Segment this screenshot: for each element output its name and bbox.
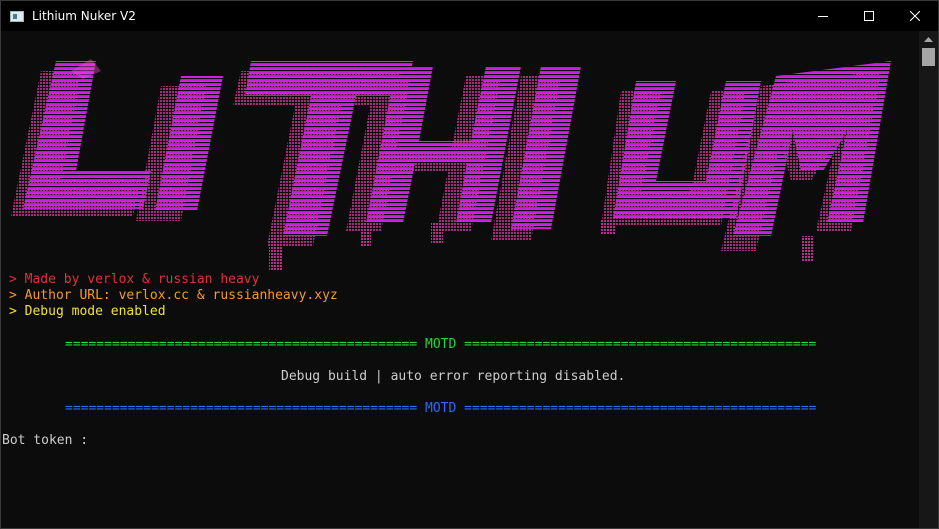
motd-top-left-rule: ========================================… bbox=[65, 337, 418, 352]
motd-top-label: MOTD bbox=[425, 337, 457, 352]
motd-top-right-rule: ========================================… bbox=[464, 337, 817, 352]
minimize-icon bbox=[818, 16, 828, 17]
close-button[interactable] bbox=[892, 1, 938, 31]
motd-message: Debug build | auto error reporting disab… bbox=[281, 369, 626, 384]
motd-bottom-right-rule: ========================================… bbox=[464, 401, 817, 416]
minimize-button[interactable] bbox=[800, 1, 846, 31]
scrollbar-thumb[interactable] bbox=[922, 48, 935, 66]
made-by-line: > Made by verlox & russian heavy bbox=[9, 272, 260, 287]
chevron-up-icon bbox=[924, 37, 933, 42]
maximize-button[interactable] bbox=[846, 1, 892, 31]
window-controls bbox=[800, 1, 938, 31]
motd-top-separator: ========================================… bbox=[65, 337, 816, 353]
title-bar[interactable]: Lithium Nuker V2 bbox=[1, 1, 938, 31]
author-url-line: > Author URL: verlox.cc & russianheavy.x… bbox=[9, 288, 338, 303]
motd-bottom-left-rule: ========================================… bbox=[65, 401, 418, 416]
console-app-icon bbox=[10, 10, 24, 22]
debug-mode-line: > Debug mode enabled bbox=[9, 304, 166, 319]
scrollbar-track[interactable] bbox=[919, 66, 938, 528]
motd-bottom-label: MOTD bbox=[425, 401, 457, 416]
window-title: Lithium Nuker V2 bbox=[32, 9, 136, 23]
close-icon bbox=[910, 11, 920, 21]
vertical-scrollbar[interactable] bbox=[919, 31, 938, 528]
motd-bottom-separator: ========================================… bbox=[65, 401, 816, 417]
console-output[interactable]: > Made by verlox & russian heavy > Autho… bbox=[1, 31, 919, 528]
ascii-art-logo bbox=[11, 59, 891, 271]
console-window: Lithium Nuker V2 > Made by verlox & russ… bbox=[0, 0, 939, 529]
scroll-up-button[interactable] bbox=[919, 31, 938, 48]
bot-token-prompt[interactable]: Bot token : bbox=[2, 433, 88, 449]
maximize-icon bbox=[864, 11, 874, 21]
